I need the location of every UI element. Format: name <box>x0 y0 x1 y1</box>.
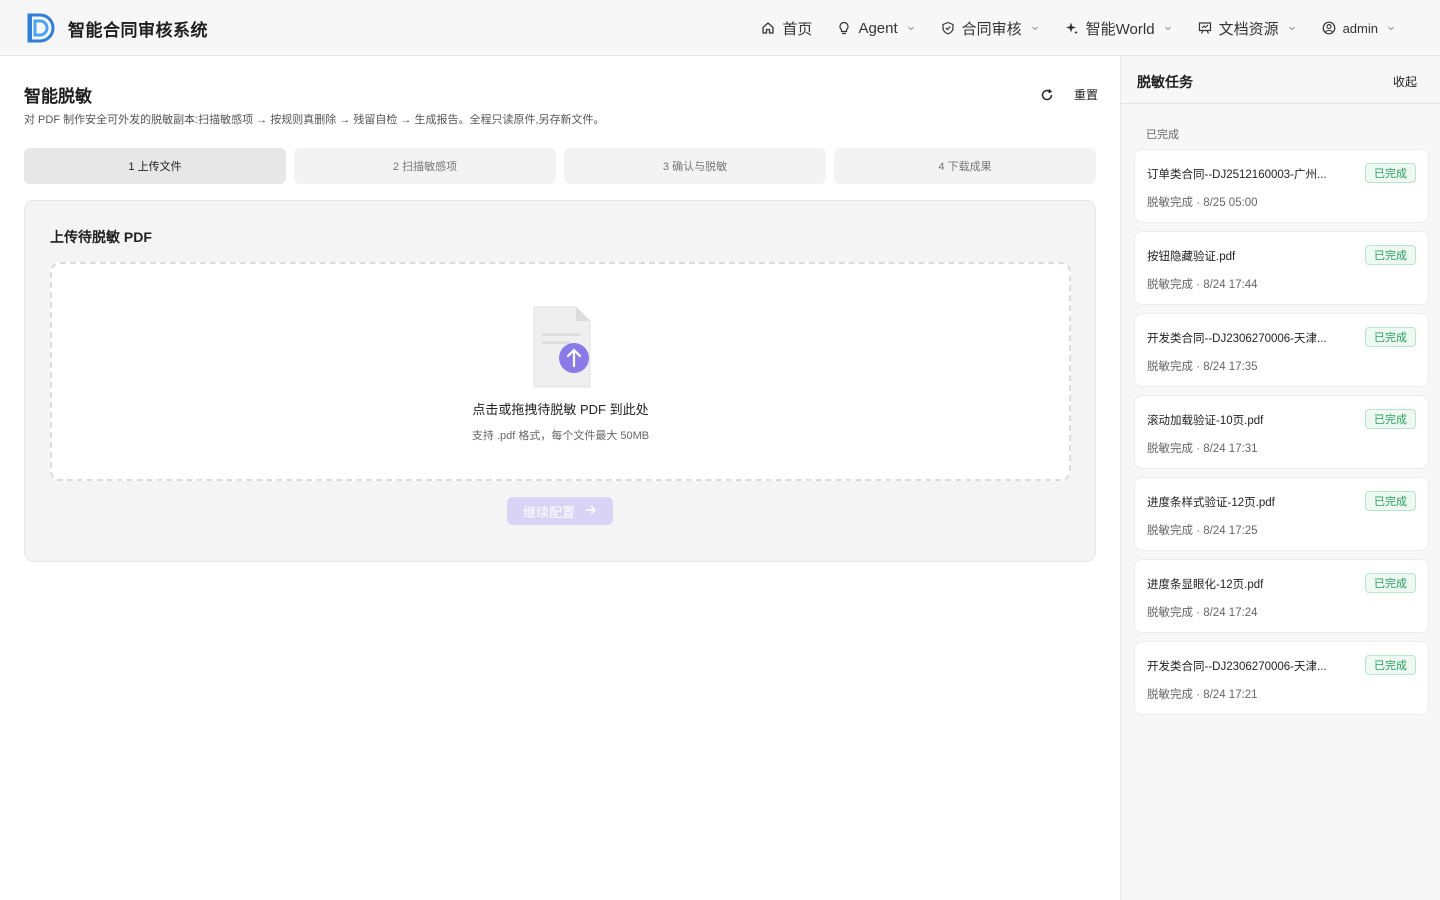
nav-doc-resources[interactable]: 文档资源 <box>1185 0 1309 56</box>
task-name: 进度条样式验证-12页.pdf <box>1147 497 1275 509</box>
upload-panel-title: 上传待脱敏 PDF <box>50 229 152 245</box>
nav-agent[interactable]: Agent <box>824 0 927 56</box>
shield-check-icon <box>940 20 956 36</box>
collapse-button[interactable]: 收起 <box>1393 73 1417 90</box>
task-subtitle: 脱敏完成 · 8/24 17:24 <box>1147 607 1258 619</box>
app-title: 智能合同审核系统 <box>68 20 208 40</box>
nav-contract-review[interactable]: 合同审核 <box>928 0 1052 56</box>
section-label: 已完成 <box>1146 129 1179 141</box>
task-card[interactable]: 滚动加载验证-10页.pdf 已完成 脱敏完成 · 8/24 17:31 <box>1134 395 1429 469</box>
nav-smart-world-label: 智能World <box>1085 20 1155 38</box>
home-icon <box>760 20 776 36</box>
upload-panel: 上传待脱敏 PDF 点击或拖拽待脱敏 PDF 到此处 支持 .pdf 格式，每个… <box>24 200 1096 562</box>
status-badge: 已完成 <box>1365 163 1416 183</box>
chevron-down-icon <box>1386 23 1396 33</box>
task-subtitle: 脱敏完成 · 8/24 17:44 <box>1147 279 1258 291</box>
status-badge: 已完成 <box>1365 491 1416 511</box>
status-badge: 已完成 <box>1365 655 1416 675</box>
task-name: 滚动加载验证-10页.pdf <box>1147 415 1264 427</box>
nav-doc-resources-label: 文档资源 <box>1218 20 1279 38</box>
brand[interactable]: 智能合同审核系统 <box>26 12 208 44</box>
chevron-down-icon <box>1287 23 1297 33</box>
nav-contract-review-label: 合同审核 <box>961 20 1022 38</box>
task-subtitle: 脱敏完成 · 8/25 05:00 <box>1147 197 1258 209</box>
reset-button[interactable]: 重置 <box>1040 86 1098 103</box>
task-card[interactable]: 进度条显眼化-12页.pdf 已完成 脱敏完成 · 8/24 17:24 <box>1134 559 1429 633</box>
status-badge: 已完成 <box>1365 245 1416 265</box>
task-subtitle: 脱敏完成 · 8/24 17:35 <box>1147 361 1258 373</box>
presentation-icon <box>1197 20 1213 36</box>
step-tabs: 1 上传文件 2 扫描敏感项 3 确认与脱敏 4 下载成果 <box>24 148 1096 184</box>
dropzone-text: 点击或拖拽待脱敏 PDF 到此处 <box>472 402 649 417</box>
user-circle-icon <box>1321 20 1337 36</box>
status-badge: 已完成 <box>1365 327 1416 347</box>
status-badge: 已完成 <box>1365 409 1416 429</box>
page-description: 对 PDF 制作安全可外发的脱敏副本:扫描敏感项 → 按规则真删除 → 残留自检… <box>24 114 605 126</box>
task-name: 开发类合同--DJ2306270006-天津... <box>1147 661 1327 673</box>
reset-label: 重置 <box>1074 88 1099 102</box>
task-subtitle: 脱敏完成 · 8/24 17:31 <box>1147 443 1258 455</box>
task-name: 按钮隐藏验证.pdf <box>1147 251 1236 263</box>
sidebar-header: 脱敏任务 收起 <box>1121 56 1440 104</box>
task-subtitle: 脱敏完成 · 8/24 17:25 <box>1147 525 1258 537</box>
task-name: 订单类合同--DJ2512160003-广州... <box>1147 169 1327 181</box>
task-sidebar: 脱敏任务 收起 已完成 订单类合同--DJ2512160003-广州... 已完… <box>1120 56 1440 900</box>
task-card[interactable]: 订单类合同--DJ2512160003-广州... 已完成 脱敏完成 · 8/2… <box>1134 149 1429 223</box>
refresh-icon <box>1040 88 1054 102</box>
main-content: 智能脱敏 对 PDF 制作安全可外发的脱敏副本:扫描敏感项 → 按规则真删除 →… <box>0 56 1120 900</box>
task-subtitle: 脱敏完成 · 8/24 17:21 <box>1147 689 1258 701</box>
task-card[interactable]: 开发类合同--DJ2306270006-天津... 已完成 脱敏完成 · 8/2… <box>1134 313 1429 387</box>
top-header: 智能合同审核系统 首页 Agent 合同审核 智能World 文档资源 admi… <box>0 0 1440 56</box>
nav-agent-label: Agent <box>858 19 898 37</box>
sidebar-title: 脱敏任务 <box>1137 74 1193 90</box>
upload-dropzone[interactable]: 点击或拖拽待脱敏 PDF 到此处 支持 .pdf 格式，每个文件最大 50MB <box>50 262 1071 481</box>
chevron-down-icon <box>1030 23 1040 33</box>
main-nav: 首页 Agent 合同审核 智能World 文档资源 admin <box>748 0 1408 56</box>
sparkle-icon <box>1064 20 1080 36</box>
nav-smart-world[interactable]: 智能World <box>1052 0 1185 56</box>
arrow-right-icon <box>585 503 597 519</box>
step-download[interactable]: 4 下载成果 <box>834 148 1096 184</box>
task-card[interactable]: 开发类合同--DJ2306270006-天津... 已完成 脱敏完成 · 8/2… <box>1134 641 1429 715</box>
file-upload-icon <box>533 306 591 388</box>
dropzone-hint: 支持 .pdf 格式，每个文件最大 50MB <box>471 430 650 442</box>
continue-label: 继续配置 <box>522 504 575 520</box>
status-badge: 已完成 <box>1365 573 1416 593</box>
step-confirm[interactable]: 3 确认与脱敏 <box>564 148 826 184</box>
step-upload[interactable]: 1 上传文件 <box>24 148 286 184</box>
chevron-down-icon <box>906 23 916 33</box>
page-title: 智能脱敏 <box>24 87 92 106</box>
user-menu[interactable]: admin <box>1309 0 1408 56</box>
task-card[interactable]: 进度条样式验证-12页.pdf 已完成 脱敏完成 · 8/24 17:25 <box>1134 477 1429 551</box>
nav-home[interactable]: 首页 <box>748 0 824 56</box>
task-card[interactable]: 按钮隐藏验证.pdf 已完成 脱敏完成 · 8/24 17:44 <box>1134 231 1429 305</box>
user-name: admin <box>1342 20 1378 36</box>
bulb-icon <box>836 20 852 36</box>
chevron-down-icon <box>1163 23 1173 33</box>
step-scan[interactable]: 2 扫描敏感项 <box>294 148 556 184</box>
nav-home-label: 首页 <box>782 20 813 38</box>
app-logo-icon <box>27 13 55 43</box>
task-name: 开发类合同--DJ2306270006-天津... <box>1147 333 1327 345</box>
task-name: 进度条显眼化-12页.pdf <box>1147 579 1264 591</box>
continue-button[interactable]: 继续配置 <box>507 497 613 525</box>
